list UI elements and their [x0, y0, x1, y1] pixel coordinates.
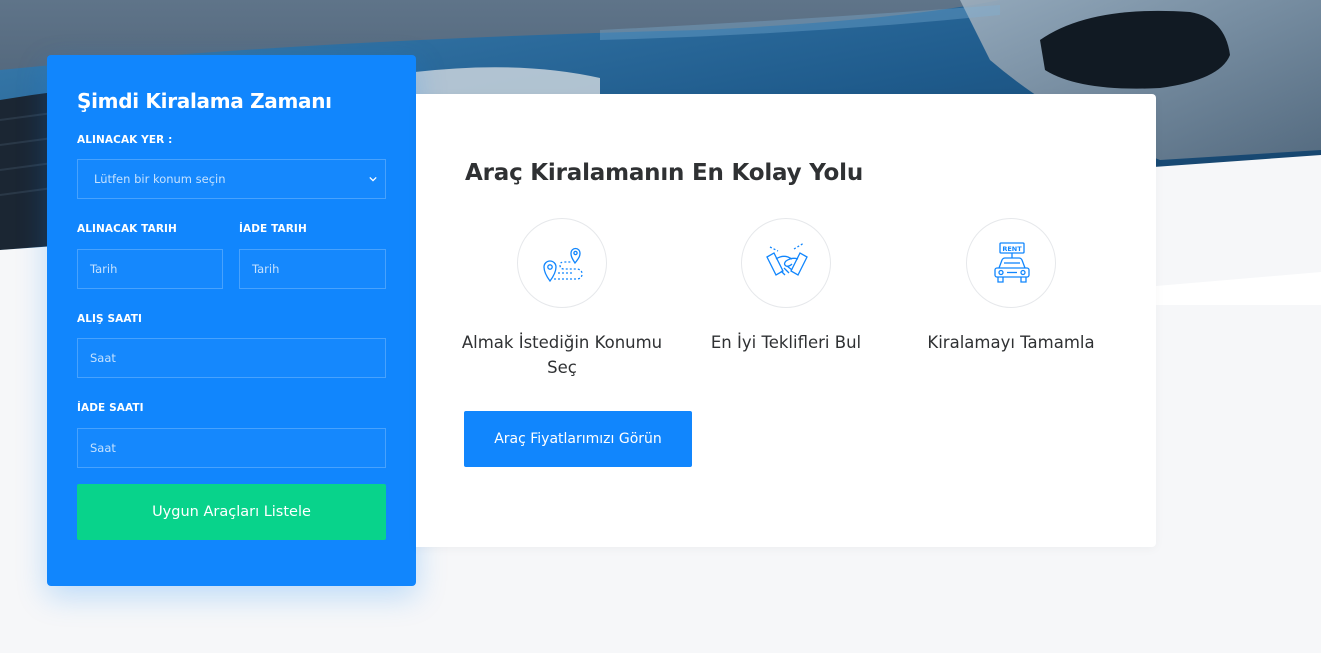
chevron-down-icon [369, 176, 377, 182]
info-title: Araç Kiralamanın En Kolay Yolu [465, 160, 864, 186]
pickup-location-select[interactable]: Lütfen bir konum seçin [77, 159, 386, 199]
booking-form-title: Şimdi Kiralama Zamanı [77, 89, 332, 113]
return-date-label: İADE TARIH [239, 223, 307, 235]
location-route-icon [543, 247, 583, 283]
info-card: Araç Kiralamanın En Kolay Yolu Almak İst… [416, 94, 1156, 547]
pickup-date-label: ALINACAK TARIH [77, 223, 177, 235]
step-label: En İyi Teklifleri Bul [710, 333, 862, 352]
handshake-icon [766, 242, 808, 276]
pickup-date-input[interactable]: Tarih [77, 249, 223, 289]
step-icon-circle: RENT [966, 218, 1056, 308]
pickup-time-input[interactable]: Saat [77, 338, 386, 378]
step-find-offers: En İyi Teklifleri Bul [674, 218, 898, 355]
step-icon-circle [741, 218, 831, 308]
pickup-location-value: Lütfen bir konum seçin [94, 172, 226, 186]
pickup-time-label: ALIŞ SAATI [77, 313, 143, 325]
return-time-label: İADE SAATI [77, 402, 144, 414]
step-label: Kiralamayı Tamamla [927, 333, 1095, 352]
rent-car-icon: RENT [994, 242, 1030, 283]
step-icon-circle [517, 218, 607, 308]
pickup-location-label: ALINACAK YER : [77, 134, 173, 146]
list-available-cars-button[interactable]: Uygun Araçları Listele [77, 484, 386, 540]
svg-text:RENT: RENT [1002, 245, 1022, 253]
step-label: Almak İstediğin Konumu Seç [461, 333, 663, 377]
see-car-prices-button[interactable]: Araç Fiyatlarımızı Görün [464, 411, 692, 467]
return-date-input[interactable]: Tarih [239, 249, 386, 289]
booking-form-panel: Şimdi Kiralama Zamanı ALINACAK YER : Lüt… [47, 55, 416, 586]
step-complete-rental: RENT Kiralamayı Tamamla [899, 218, 1123, 355]
return-time-input[interactable]: Saat [77, 428, 386, 468]
step-choose-location: Almak İstediğin Konumu Seç [450, 218, 674, 380]
